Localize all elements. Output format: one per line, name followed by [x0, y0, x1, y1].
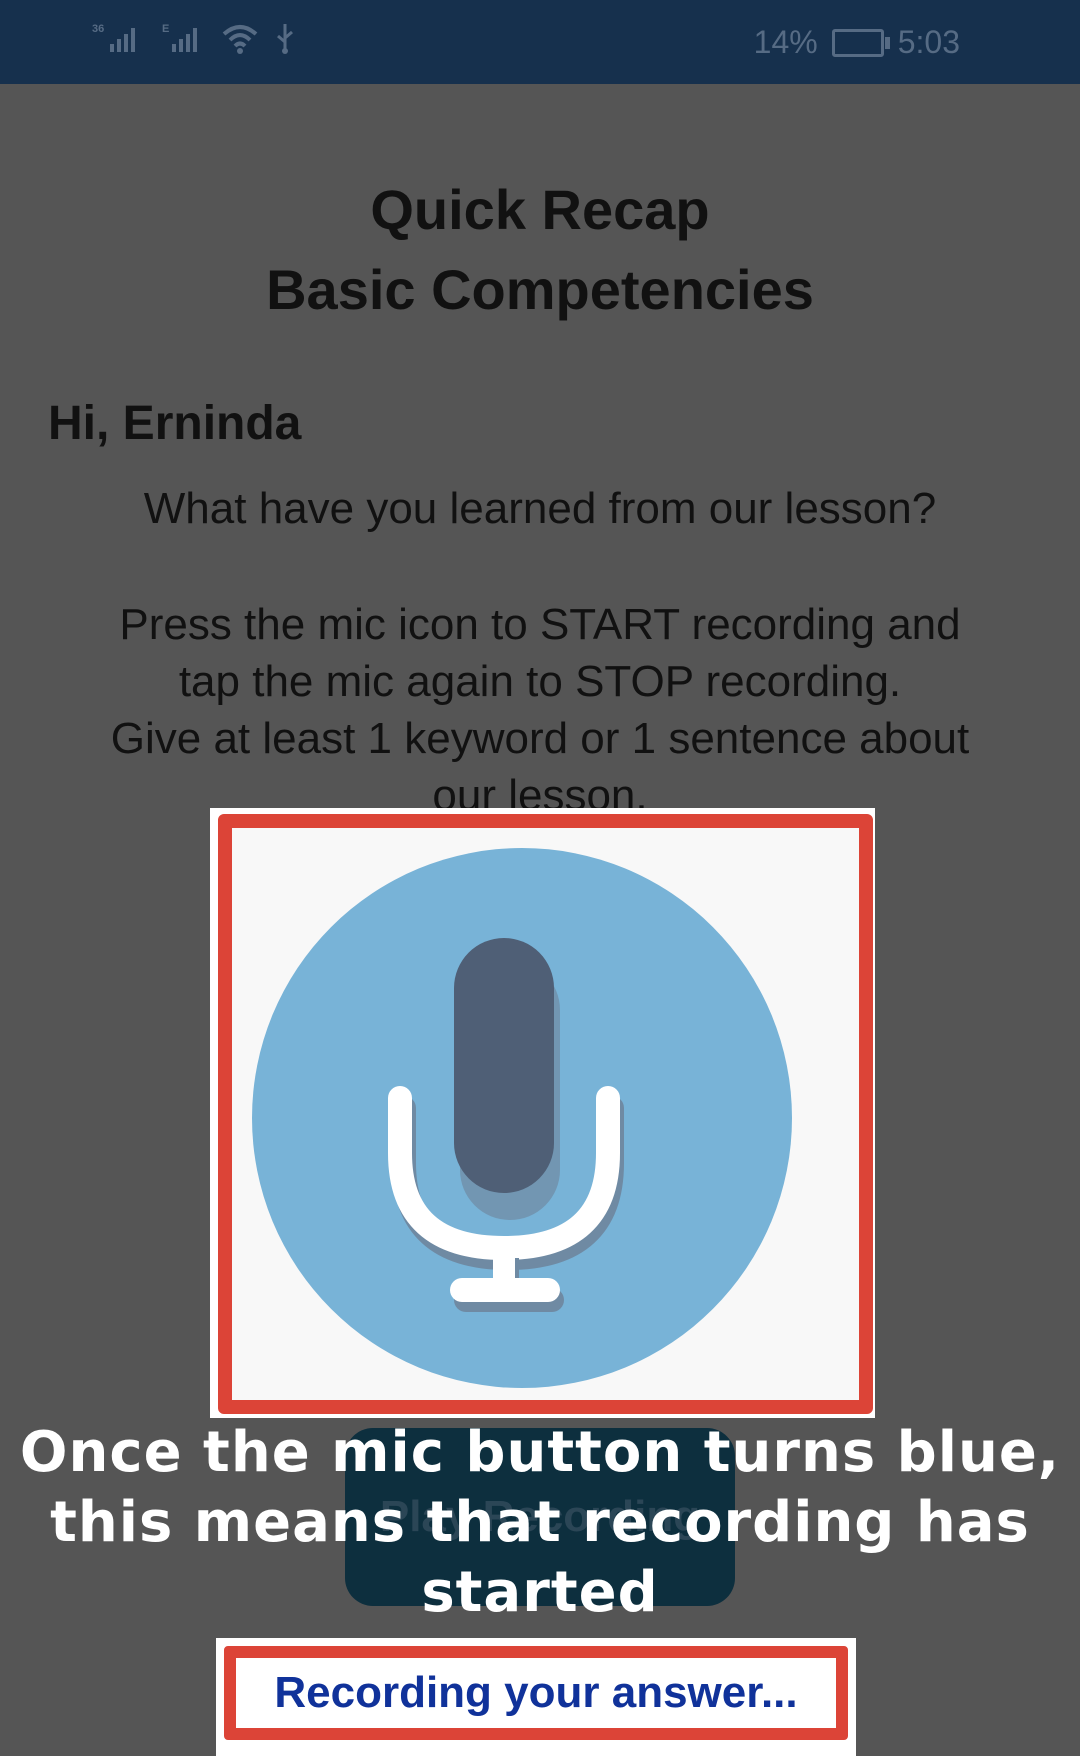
clock: 5:03 — [897, 24, 960, 60]
status-left-icons: 36 E — [92, 22, 296, 57]
microphone-icon[interactable] — [232, 828, 859, 1400]
question-text: What have you learned from our lesson? — [143, 484, 937, 533]
instruction-caption: Once the mic button turns blue, this mea… — [0, 1418, 1080, 1628]
title-line-2: Basic Competencies — [266, 258, 814, 321]
instruction-line-2: tap the mic again to STOP recording. — [178, 657, 902, 706]
greeting: Hi, Erninda — [48, 397, 302, 450]
recording-status-text: Recording your answer... — [274, 1668, 798, 1717]
caption-line-1: Once the mic button turns blue, — [19, 1420, 1061, 1485]
usb-icon — [274, 22, 296, 57]
instruction-line-3: Give at least 1 keyword or 1 sentence ab… — [110, 714, 970, 763]
instructions: Press the mic icon to START recording an… — [60, 596, 1020, 824]
caption-line-2: this means that recording has — [50, 1490, 1030, 1555]
mobile-signal-2-icon: E — [162, 22, 206, 57]
caption-line-3: started — [421, 1560, 659, 1625]
svg-text:E: E — [162, 23, 169, 35]
recording-status-box: Recording your answer... — [224, 1646, 848, 1740]
mobile-signal-icon: 36 — [92, 22, 146, 57]
status-right: 14% 5:03 — [754, 24, 960, 61]
status-bar: 36 E 14% 5:03 — [0, 0, 1080, 84]
mic-highlight-panel — [210, 808, 875, 1418]
svg-text:36: 36 — [92, 23, 104, 35]
title-line-1: Quick Recap — [370, 178, 710, 241]
battery-charging-icon — [831, 28, 890, 57]
wifi-icon — [222, 22, 258, 57]
page-title: Quick Recap Basic Competencies — [0, 170, 1080, 330]
battery-percent: 14% — [753, 24, 818, 60]
recording-status-panel: Recording your answer... — [216, 1638, 856, 1756]
instruction-line-1: Press the mic icon to START recording an… — [119, 600, 961, 649]
mic-highlight-box — [218, 814, 873, 1414]
